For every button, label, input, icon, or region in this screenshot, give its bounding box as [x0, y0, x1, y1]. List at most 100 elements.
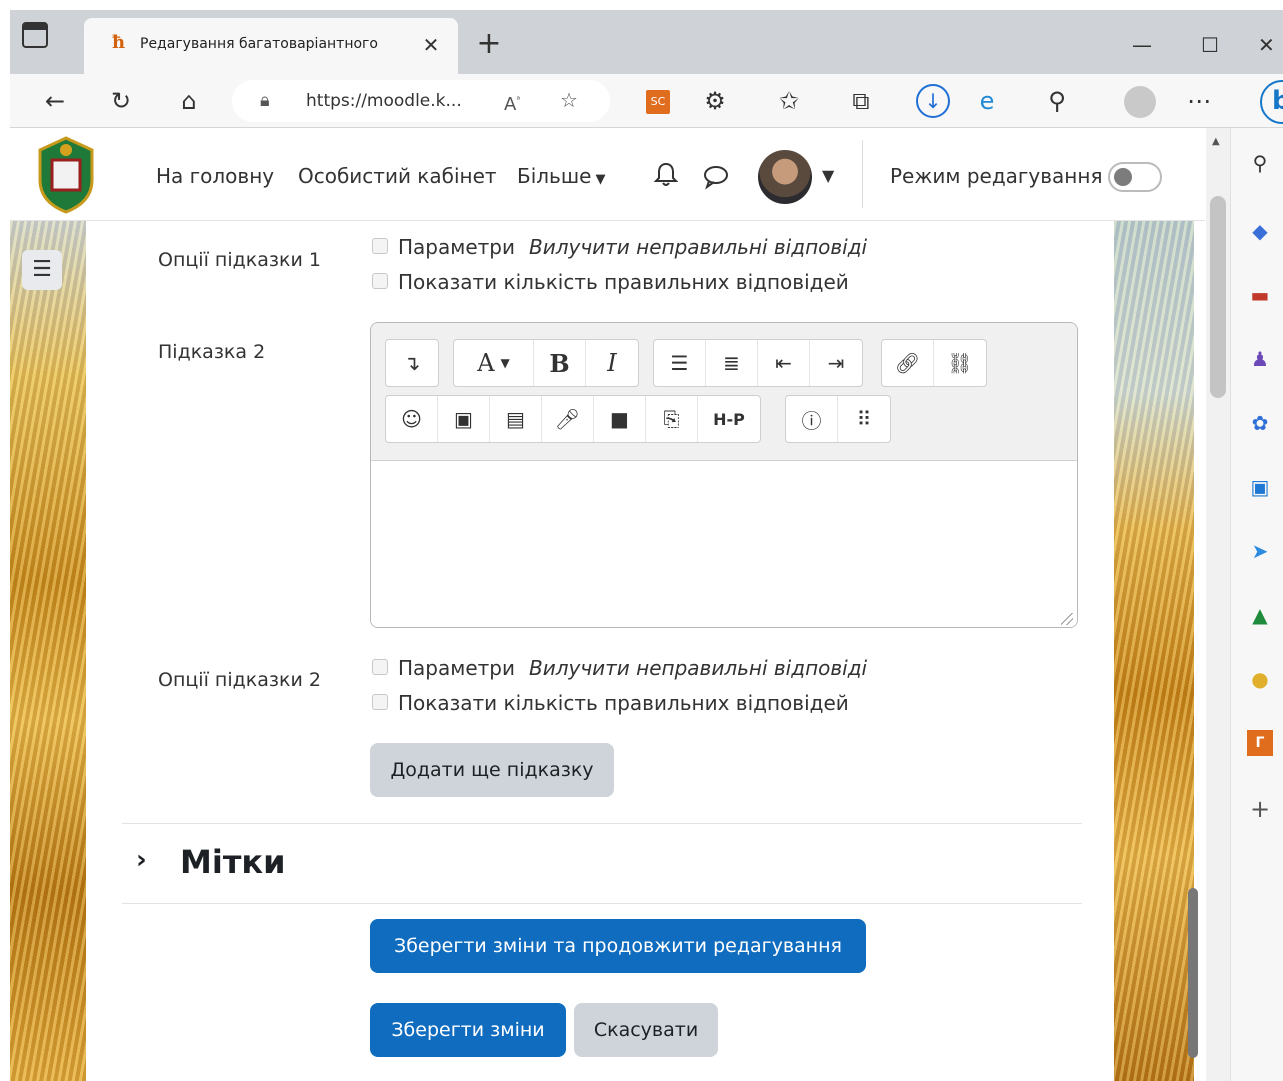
font-icon: A [477, 349, 495, 377]
hint2-show-count-checkbox[interactable] [372, 694, 388, 710]
bold-button[interactable]: B [534, 340, 586, 386]
image-icon[interactable]: ▣ [438, 396, 490, 442]
course-index-toggle-icon[interactable]: ☰ [22, 250, 62, 290]
coin-icon[interactable]: ● [1247, 666, 1273, 692]
hint2-text-area[interactable] [371, 461, 1077, 627]
home-icon[interactable]: ⌂ [172, 84, 206, 118]
sc-extension-icon[interactable]: SC [646, 90, 670, 114]
extension-g-icon[interactable]: Г [1247, 730, 1273, 756]
page-scrollbar[interactable]: ▲ [1206, 128, 1230, 1081]
games-icon[interactable]: ♟ [1247, 346, 1273, 372]
close-window-icon[interactable]: ✕ [1258, 30, 1283, 60]
accessibility-checker-icon[interactable]: ⓘ [786, 396, 838, 442]
scroll-up-icon[interactable]: ▲ [1212, 136, 1220, 147]
h5p-button[interactable]: H-P [698, 396, 760, 442]
extensions-icon[interactable]: ⚙ [698, 84, 732, 118]
remove-wrong-text: Вилучити неправильні відповіді [528, 656, 868, 680]
media-icon[interactable]: ▤ [490, 396, 542, 442]
new-tab-icon[interactable]: + [472, 28, 506, 60]
content-scrollbar[interactable] [1188, 888, 1198, 1058]
share-icon[interactable]: ⚲ [1040, 84, 1074, 118]
scrollbar-thumb[interactable] [1210, 196, 1226, 398]
resize-handle-icon[interactable] [1061, 613, 1073, 625]
add-hint-button[interactable]: Додати ще підказку [370, 743, 614, 797]
edge-bar-icon[interactable]: e [970, 84, 1004, 118]
user-menu-chevron-icon[interactable]: ▼ [822, 166, 834, 185]
record-audio-icon[interactable]: 🎤︎ [542, 396, 594, 442]
moodle-favicon-icon: ħ [112, 32, 126, 53]
search-icon[interactable]: ⚲ [1247, 150, 1273, 176]
hint1-params-checkbox[interactable] [372, 238, 388, 254]
refresh-icon[interactable]: ↻ [104, 84, 138, 118]
office-icon[interactable]: ✿ [1247, 410, 1273, 436]
show-more-buttons-icon[interactable]: ↴ [386, 340, 438, 386]
bing-chat-icon[interactable]: b [1260, 80, 1283, 124]
profile-avatar-icon[interactable] [1124, 86, 1156, 118]
browser-addressbar: ← ↻ ⌂ 🔒︎ https://moodle.k... Aᵃ ☆ SC ⚙ ✩… [10, 74, 1283, 128]
paragraph-styles-button[interactable]: A ▼ [454, 340, 534, 386]
downloads-icon[interactable]: ↓ [916, 84, 950, 118]
link-icon[interactable]: 🔗︎ [882, 340, 934, 386]
hint1-show-count-label: Показати кількість правильних відповідей [398, 270, 849, 294]
hint2-label: Підказка 2 [158, 341, 266, 363]
nav-more-menu[interactable]: Більше ▼ [517, 164, 605, 188]
unordered-list-icon[interactable]: ☰ [654, 340, 706, 386]
browser-tab[interactable]: ħ Редагування багатоваріантного ✕ [84, 18, 458, 74]
ordered-list-icon[interactable]: ≣ [706, 340, 758, 386]
more-menu-icon[interactable]: ⋯ [1182, 84, 1216, 118]
indent-icon[interactable]: ⇥ [810, 340, 862, 386]
url-text: https://moodle.k... [306, 91, 462, 111]
add-favorite-icon[interactable]: ☆ [560, 87, 578, 113]
manage-files-icon[interactable]: ⎘ [646, 396, 698, 442]
shopping-icon[interactable]: ◆ [1247, 218, 1273, 244]
tab-close-icon[interactable]: ✕ [418, 32, 444, 58]
nav-dashboard-link[interactable]: Особистий кабінет [298, 164, 497, 188]
section-divider [122, 823, 1082, 824]
tags-section-title[interactable]: Мітки [180, 843, 286, 881]
toggle-knob [1114, 168, 1132, 186]
favorites-icon[interactable]: ✩ [772, 84, 806, 118]
read-aloud-icon[interactable]: Aᵃ [504, 88, 520, 118]
notifications-bell-icon[interactable] [652, 160, 680, 188]
hint2-params-label: Параметри Вилучити неправильні відповіді [398, 656, 867, 680]
emoji-icon[interactable]: ☺ [386, 396, 438, 442]
back-icon[interactable]: ← [38, 84, 72, 118]
tools-icon[interactable]: ▬ [1247, 282, 1273, 308]
remove-wrong-text: Вилучити неправильні відповіді [528, 235, 868, 259]
maximize-icon[interactable]: ☐ [1190, 30, 1230, 60]
chevron-right-icon[interactable]: › [136, 845, 147, 875]
tab-title: Редагування багатоваріантного [140, 36, 378, 52]
italic-button[interactable]: I [586, 340, 638, 386]
toolbar-group-lists: ☰ ≣ ⇤ ⇥ [653, 339, 863, 387]
telegram-icon[interactable]: ➤ [1247, 538, 1273, 564]
site-info-icon[interactable]: 🔒︎ [260, 88, 270, 114]
add-sidebar-app-icon[interactable]: + [1247, 796, 1273, 822]
address-field[interactable]: 🔒︎ https://moodle.k... Aᵃ ☆ [232, 80, 610, 122]
tree-icon[interactable]: ▲ [1247, 602, 1273, 628]
edit-mode-toggle[interactable] [1108, 162, 1162, 192]
unlink-icon[interactable]: ⛓︎ [934, 340, 986, 386]
chevron-down-icon: ▼ [595, 172, 606, 187]
messages-icon[interactable] [702, 162, 730, 190]
toolbar-group-collapse: ↴ [385, 339, 439, 387]
wheat-background-right [1114, 221, 1194, 1081]
nav-home-link[interactable]: На головну [156, 164, 274, 188]
university-logo-icon[interactable] [34, 136, 98, 214]
save-button[interactable]: Зберегти зміни [370, 1003, 566, 1057]
tab-actions-icon[interactable] [22, 22, 48, 48]
outdent-icon[interactable]: ⇤ [758, 340, 810, 386]
hint2-params-checkbox[interactable] [372, 659, 388, 675]
user-avatar[interactable] [758, 150, 812, 204]
minimize-icon[interactable]: — [1122, 30, 1162, 60]
record-video-icon[interactable]: ■ [594, 396, 646, 442]
cancel-button[interactable]: Скасувати [574, 1003, 718, 1057]
browser-titlebar: ħ Редагування багатоваріантного ✕ + — ☐ … [10, 10, 1283, 74]
chevron-down-icon: ▼ [500, 356, 510, 370]
save-and-continue-button[interactable]: Зберегти зміни та продовжити редагування [370, 919, 866, 973]
hint2-editor: ↴ A ▼ B I ☰ ≣ ⇤ ⇥ 🔗︎ ⛓︎ ☺ ▣ ▤ 🎤︎ ■ ⎘ H-P… [370, 322, 1078, 628]
screenreader-helper-icon[interactable]: ⠿ [838, 396, 890, 442]
hint2-show-count-label: Показати кількість правильних відповідей [398, 691, 849, 715]
hint1-show-count-checkbox[interactable] [372, 273, 388, 289]
outlook-icon[interactable]: ▣ [1247, 474, 1273, 500]
collections-icon[interactable]: ⧉ [844, 84, 878, 118]
